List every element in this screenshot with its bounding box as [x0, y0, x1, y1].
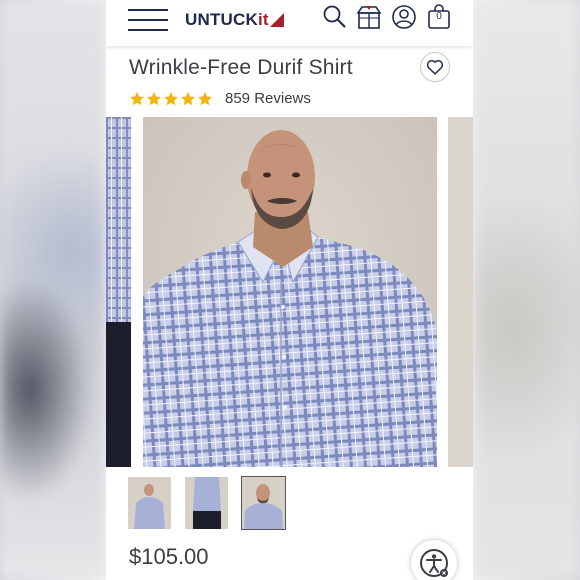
thumbnail-1[interactable]	[128, 477, 171, 529]
reviews-link[interactable]: 859 Reviews	[225, 90, 311, 107]
menu-icon[interactable]	[128, 8, 168, 32]
logo-mark-icon	[269, 13, 284, 27]
gallery-next-slide[interactable]	[448, 117, 473, 467]
logo-text: UNTUCKit	[185, 10, 269, 29]
product-image-main[interactable]	[143, 117, 437, 467]
product-title: Wrinkle-Free Durif Shirt	[129, 56, 353, 79]
cart-icon[interactable]: 0	[426, 4, 452, 30]
star-icon	[147, 91, 161, 105]
star-icon	[198, 91, 212, 105]
wishlist-button[interactable]	[420, 52, 450, 82]
star-icon	[164, 91, 178, 105]
thumbnail-3[interactable]	[241, 476, 286, 530]
store-icon[interactable]	[356, 4, 382, 30]
thumbnail-strip	[128, 476, 286, 530]
product-rating: 859 Reviews	[129, 90, 311, 107]
search-icon[interactable]	[322, 4, 348, 30]
star-icon	[130, 91, 144, 105]
product-price: $105.00	[129, 544, 209, 569]
cart-count: 0	[436, 11, 442, 22]
product-gallery	[106, 117, 473, 467]
star-rating	[129, 91, 213, 107]
mobile-page: UNTUCKit 0 Wrinkle-Free Durif Shirt 859 …	[106, 0, 473, 580]
heart-icon	[426, 60, 444, 75]
thumbnail-2[interactable]	[185, 477, 228, 529]
gallery-previous-slide[interactable]	[106, 117, 131, 467]
account-icon[interactable]	[391, 4, 417, 30]
star-icon	[181, 91, 195, 105]
brand-logo[interactable]: UNTUCKit	[185, 8, 284, 32]
background-blur-right	[473, 0, 580, 580]
top-navigation: UNTUCKit 0	[106, 0, 473, 46]
accessibility-icon	[420, 549, 448, 577]
background-blur-left	[0, 0, 106, 580]
accessibility-button[interactable]	[411, 540, 457, 580]
